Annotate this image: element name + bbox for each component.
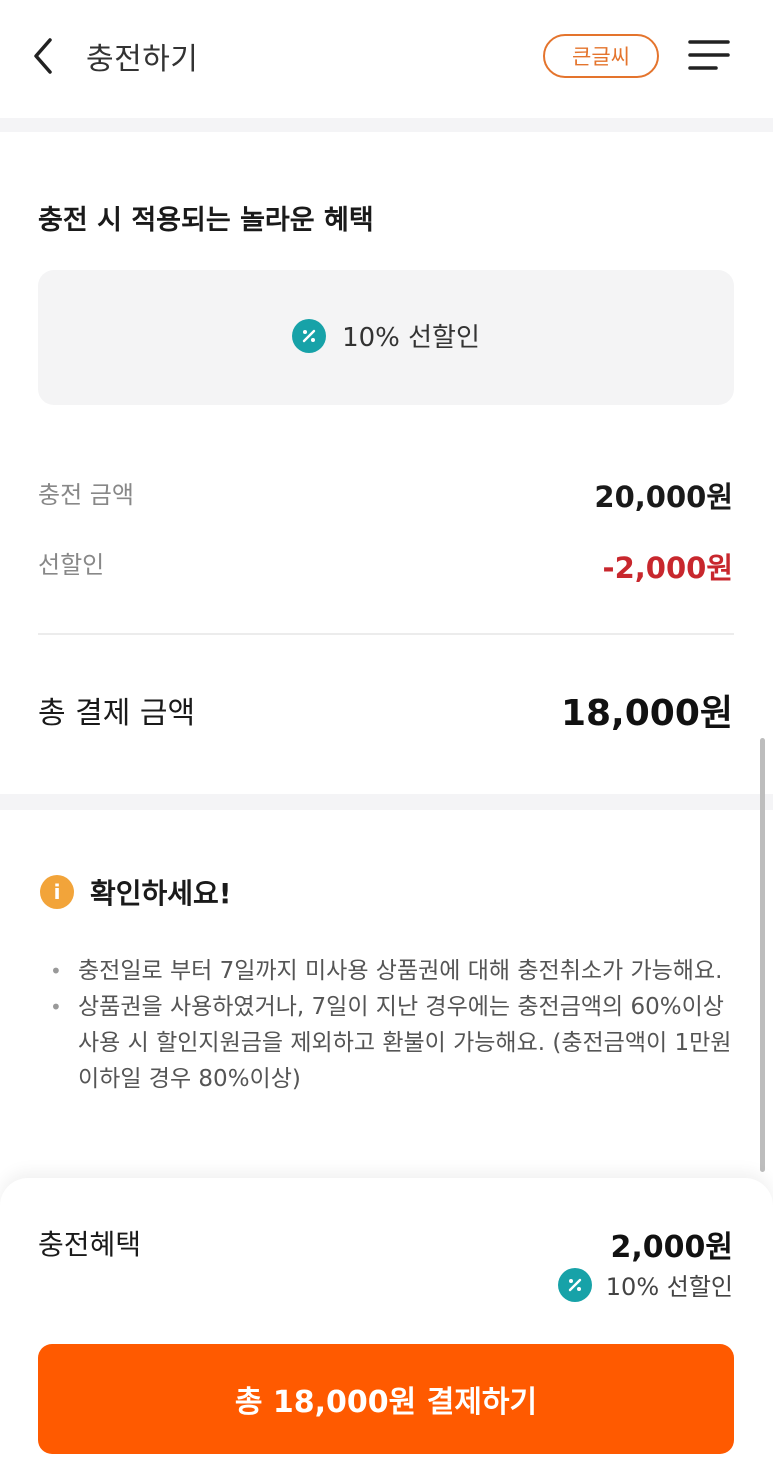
section-separator [0, 794, 773, 810]
back-button[interactable] [28, 36, 62, 76]
scrollbar[interactable] [760, 738, 765, 1172]
charge-benefit-detail: 10% 선할인 [557, 1267, 733, 1302]
charge-benefit-value: 2,000원 [610, 1230, 734, 1265]
total-payment-label: 총 결제 금액 [38, 696, 196, 731]
notice-header: i 확인하세요! [40, 872, 232, 912]
chevron-left-icon [34, 38, 52, 74]
app-header: 충전하기 큰글씨 [0, 0, 773, 118]
hamburger-menu-icon [688, 40, 730, 70]
percent-icon [557, 1267, 592, 1302]
pre-discount-value: -2,000원 [602, 551, 733, 585]
notice-item: 충전일로 부터 7일까지 미사용 상품권에 대해 충전취소가 가능해요. [50, 953, 740, 989]
percent-icon [292, 318, 327, 353]
page-title: 충전하기 [86, 42, 199, 77]
big-font-button[interactable]: 큰글씨 [543, 34, 659, 78]
benefit-section-title: 충전 시 적용되는 놀라운 혜택 [38, 205, 374, 236]
divider [38, 633, 734, 635]
charge-benefit-sub-label: 10% 선할인 [605, 1273, 733, 1301]
pay-button[interactable]: 총 18,000원 결제하기 [38, 1344, 734, 1454]
pre-discount-label: 선할인 [38, 551, 105, 579]
charge-amount-value: 20,000원 [594, 480, 733, 514]
charge-amount-label: 충전 금액 [38, 481, 134, 509]
benefit-box: 10% 선할인 [38, 270, 734, 405]
discount-benefit-label: 10% 선할인 [342, 323, 480, 353]
notice-list: 충전일로 부터 7일까지 미사용 상품권에 대해 충전취소가 가능해요. 상품권… [50, 953, 740, 1097]
notice-title: 확인하세요! [90, 877, 232, 910]
info-icon: i [40, 875, 74, 909]
menu-button[interactable] [688, 38, 730, 72]
charge-benefit-label: 충전혜택 [38, 1228, 142, 1261]
total-payment-value: 18,000원 [560, 693, 733, 734]
notice-item: 상품권을 사용하였거나, 7일이 지난 경우에는 충전금액의 60%이상 사용 … [50, 989, 740, 1097]
section-separator [0, 118, 773, 132]
